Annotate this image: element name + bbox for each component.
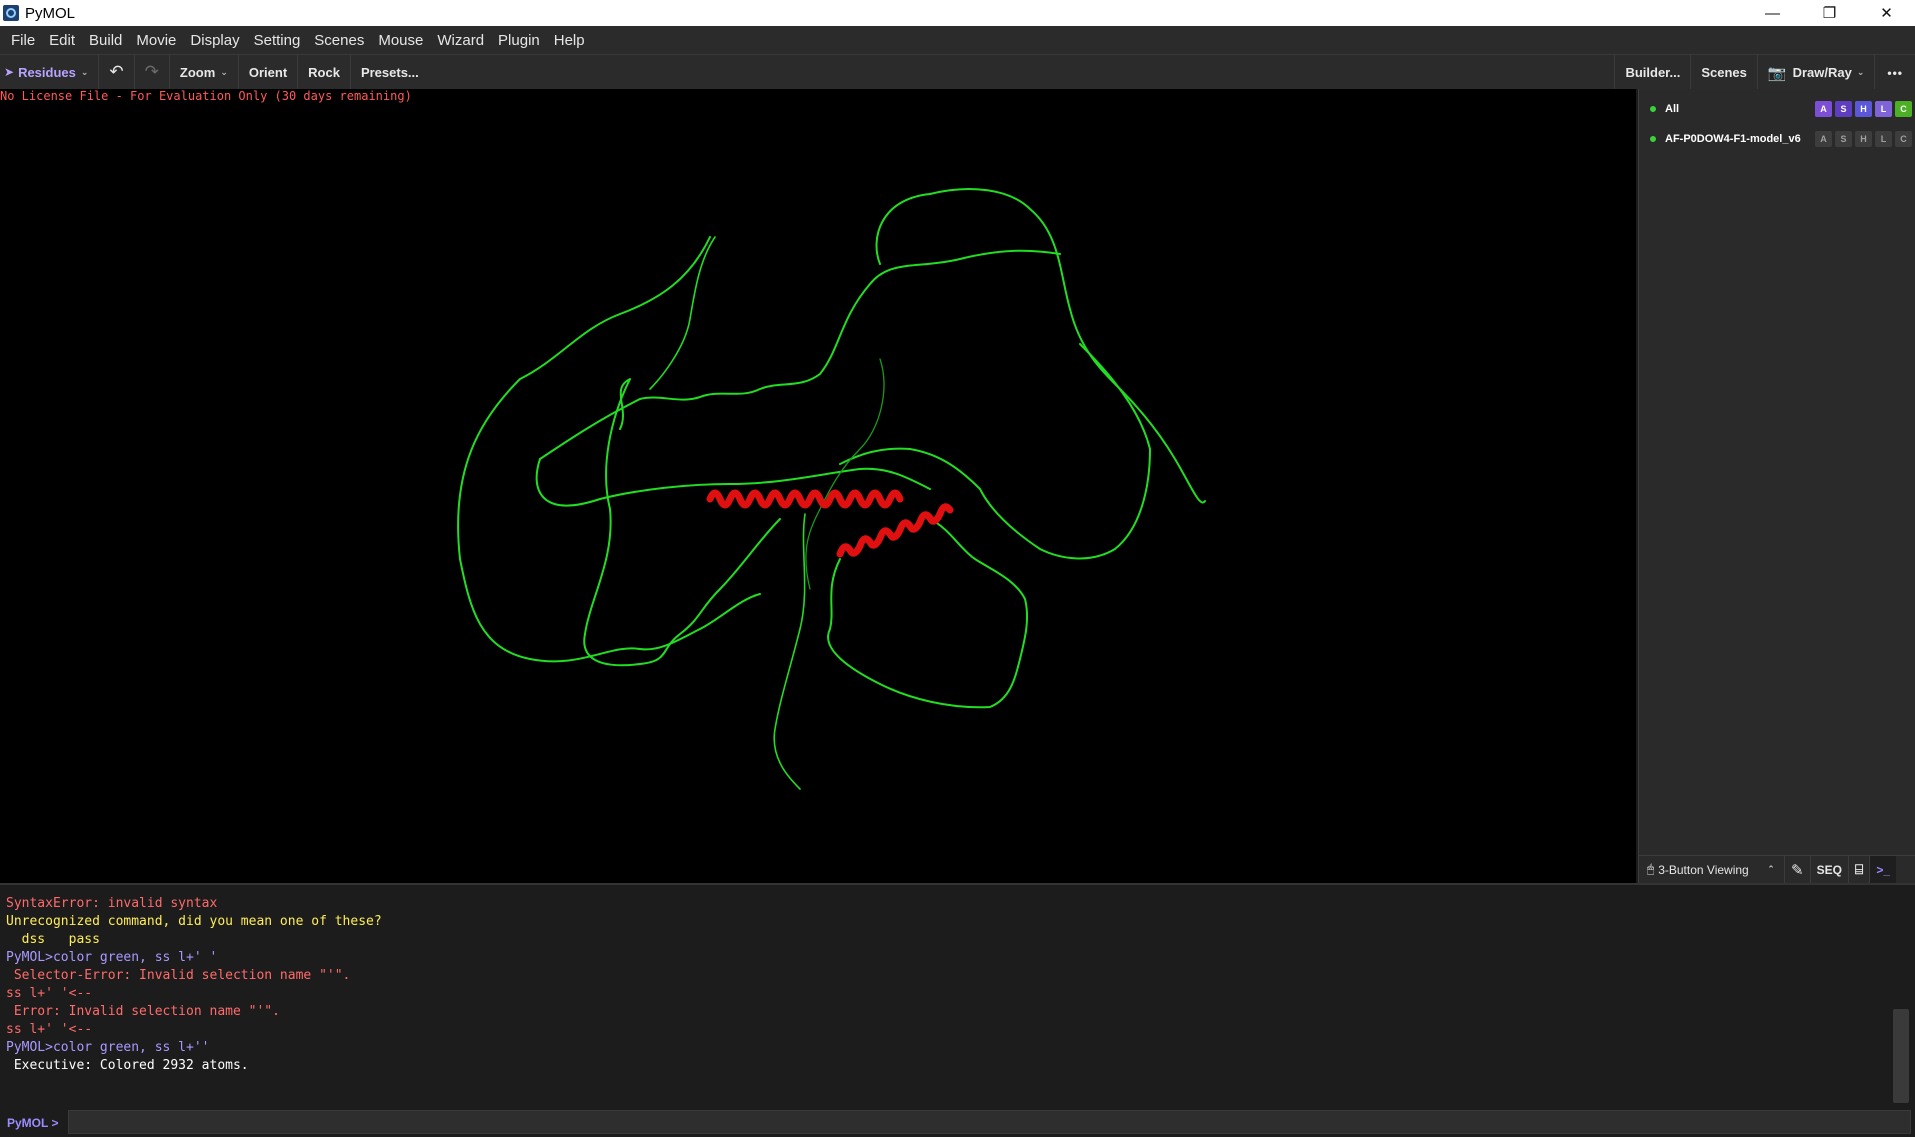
hide-button[interactable]: H <box>1855 131 1872 147</box>
selection-mode-dropdown[interactable]: ➤ Residues ⌄ <box>0 54 100 90</box>
mouse-mode-button[interactable]: 🖱 3-Button Viewing ⌃ <box>1639 855 1785 884</box>
restore-button[interactable]: ❐ <box>1801 0 1858 26</box>
console-line: Unrecognized command, did you mean one o… <box>6 914 382 929</box>
cursor-arrow-icon: ➤ <box>4 65 15 79</box>
scenes-button[interactable]: Scenes <box>1690 55 1757 90</box>
visibility-dot-icon[interactable] <box>1650 106 1656 112</box>
toolbar: ➤ Residues ⌄ ↶ ↷ Zoom ⌄ Orient Rock Pres… <box>0 54 1915 90</box>
mouse-icon: 🖱 <box>1647 862 1655 876</box>
object-panel: All A S H L C AF-P0DOW4-F1-model_v6 A S … <box>1638 89 1915 884</box>
draw-ray-label: Draw/Ray <box>1792 65 1852 80</box>
visibility-dot-icon[interactable] <box>1650 136 1656 142</box>
label-button[interactable]: L <box>1875 101 1892 117</box>
object-name: All <box>1665 103 1680 115</box>
command-bar: PyMOL > <box>0 1109 1915 1137</box>
chevron-down-icon: ⌄ <box>220 66 228 77</box>
window-title: PyMOL <box>25 4 76 22</box>
coil-loop-top <box>539 249 1061 460</box>
coil-loop-left <box>457 236 761 663</box>
orient-button[interactable]: Orient <box>239 54 299 90</box>
console-line: PyMOL>color green, ss l+' ' <box>6 950 218 965</box>
console-scrollbar[interactable] <box>1893 1009 1909 1103</box>
object-action-buttons: A S H L C <box>1815 101 1912 117</box>
builder-button[interactable]: Builder... <box>1614 55 1690 90</box>
side-panel-footer: 🖱 3-Button Viewing ⌃ ✎ SEQ ⌸ >_ <box>1639 855 1915 884</box>
coil-tail-bottom <box>773 513 806 790</box>
show-button[interactable]: S <box>1835 131 1852 147</box>
console-line: dss pass <box>6 932 100 947</box>
helix-upper <box>706 489 904 509</box>
console-line: Selector-Error: Invalid selection name "… <box>6 968 351 983</box>
terminal-icon[interactable]: >_ <box>1870 855 1897 884</box>
object-action-buttons: A S H L C <box>1815 131 1912 147</box>
console-line: ss l+' '<-- <box>6 986 93 1001</box>
coil-loop-top-right <box>875 188 1206 504</box>
console-line: Error: Invalid selection name "'". <box>6 1004 280 1019</box>
helix-lower <box>836 503 954 558</box>
magic-wand-icon[interactable]: ✎ <box>1785 855 1811 884</box>
console-output: SyntaxError: invalid syntax Unrecognized … <box>0 883 1915 1109</box>
menu-plugin[interactable]: Plugin <box>491 32 547 49</box>
toolbar-right: Builder... Scenes 📷 Draw/Ray ⌄ ••• <box>1614 55 1915 90</box>
menu-movie[interactable]: Movie <box>129 32 183 49</box>
console-line: Executive: Colored 2932 atoms. <box>6 1058 249 1073</box>
menu-scenes[interactable]: Scenes <box>307 32 371 49</box>
rock-button[interactable]: Rock <box>298 54 351 90</box>
zoom-button[interactable]: Zoom ⌄ <box>170 54 239 90</box>
console-line: SyntaxError: invalid syntax <box>6 896 218 911</box>
console-lines: SyntaxError: invalid syntax Unrecognized … <box>6 895 1915 1075</box>
redo-icon[interactable]: ↷ <box>135 54 170 90</box>
command-prompt: PyMOL > <box>7 1116 59 1130</box>
protein-cartoon <box>457 188 1206 790</box>
console-line: ss l+' '<-- <box>6 1022 93 1037</box>
sequence-button[interactable]: SEQ <box>1811 855 1849 884</box>
menu-file[interactable]: File <box>4 32 42 49</box>
menu-edit[interactable]: Edit <box>42 32 82 49</box>
menu-setting[interactable]: Setting <box>247 32 308 49</box>
command-input[interactable] <box>68 1110 1911 1134</box>
action-button[interactable]: A <box>1815 101 1832 117</box>
menu-wizard[interactable]: Wizard <box>430 32 491 49</box>
color-button[interactable]: C <box>1895 101 1912 117</box>
zoom-label: Zoom <box>179 64 216 80</box>
more-options-button[interactable]: ••• <box>1874 55 1915 90</box>
undo-icon[interactable]: ↶ <box>99 54 135 90</box>
molecule-viewport[interactable]: No License File - For Evaluation Only (3… <box>0 89 1636 883</box>
menu-display[interactable]: Display <box>183 32 246 49</box>
draw-ray-button[interactable]: 📷 Draw/Ray ⌄ <box>1756 55 1874 90</box>
object-row-all[interactable]: All A S H L C <box>1639 95 1915 123</box>
coil-inner-faint <box>805 358 885 590</box>
show-button[interactable]: S <box>1835 101 1852 117</box>
minimize-button[interactable]: — <box>1744 0 1801 26</box>
menu-mouse[interactable]: Mouse <box>371 32 430 49</box>
action-button[interactable]: A <box>1815 131 1832 147</box>
movie-clapper-icon[interactable]: ⌸ <box>1849 855 1871 884</box>
coil-loop-bottom-left <box>583 378 781 667</box>
close-button[interactable]: ✕ <box>1858 0 1915 26</box>
mouse-mode-label: 3-Button Viewing <box>1658 862 1749 877</box>
chevron-down-icon: ⌄ <box>80 66 89 77</box>
menu-help[interactable]: Help <box>547 32 592 49</box>
color-button[interactable]: C <box>1895 131 1912 147</box>
console-line: PyMOL>color green, ss l+'' <box>6 1040 210 1055</box>
menu-build[interactable]: Build <box>82 32 129 49</box>
label-button[interactable]: L <box>1875 131 1892 147</box>
presets-button[interactable]: Presets... <box>351 55 429 90</box>
camera-icon: 📷 <box>1767 64 1787 82</box>
hide-button[interactable]: H <box>1855 101 1872 117</box>
title-bar: PyMOL — ❐ ✕ <box>0 0 1915 26</box>
window-controls: — ❐ ✕ <box>1744 0 1915 26</box>
coil-left-spine <box>649 236 716 390</box>
selection-mode-label: Residues <box>18 64 76 80</box>
chevron-down-icon: ⌄ <box>1856 67 1865 77</box>
object-name: AF-P0DOW4-F1-model_v6 <box>1665 133 1801 145</box>
license-warning: No License File - For Evaluation Only (3… <box>0 89 412 103</box>
chevron-up-icon: ⌃ <box>1767 864 1775 874</box>
pymol-logo-icon <box>3 5 19 21</box>
object-row-model[interactable]: AF-P0DOW4-F1-model_v6 A S H L C <box>1639 125 1915 153</box>
menu-bar: File Edit Build Movie Display Setting Sc… <box>0 26 1915 54</box>
coil-loop-right <box>839 343 1151 560</box>
